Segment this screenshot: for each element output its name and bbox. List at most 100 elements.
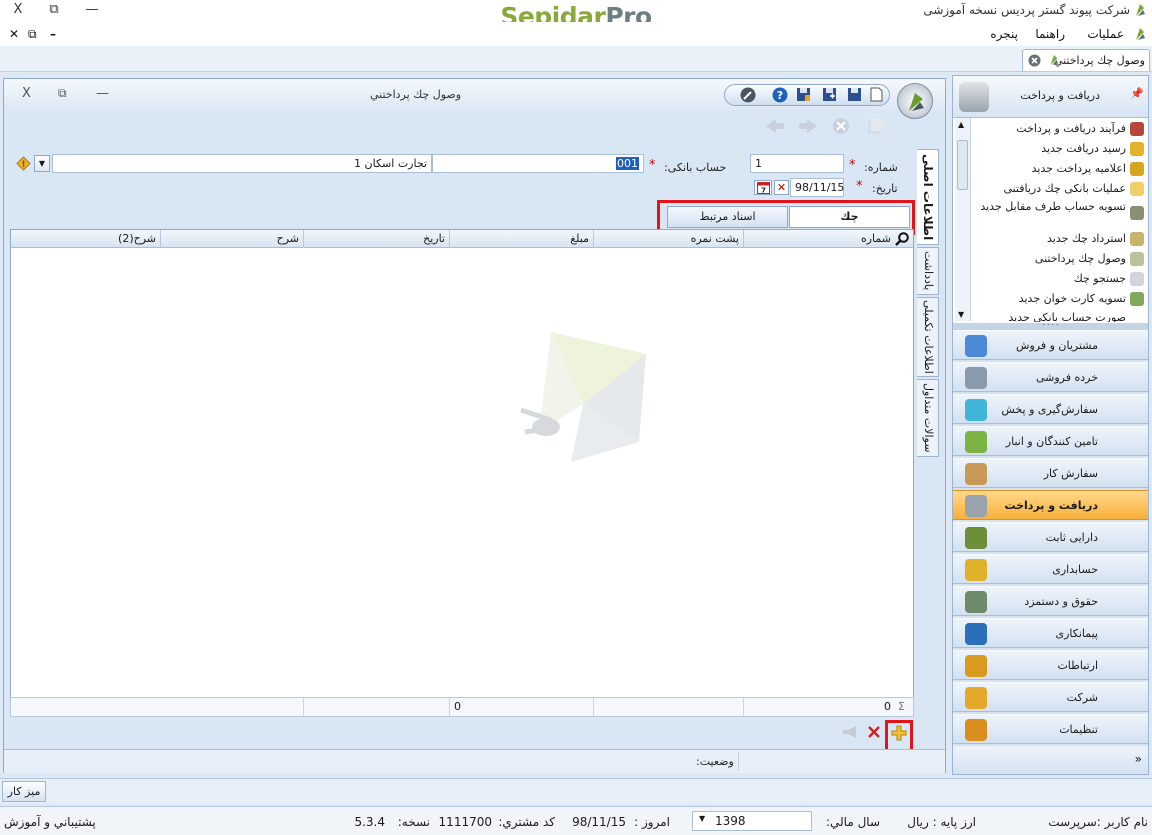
module-label: تنظیمات — [1059, 723, 1098, 736]
process-icon — [1130, 122, 1144, 136]
bank-name-field[interactable]: تجارت اسکان 1 — [52, 154, 432, 173]
desk-button[interactable]: میز کار — [2, 781, 46, 802]
new-document-icon[interactable] — [870, 87, 883, 102]
pin-icon[interactable]: 📌 — [1130, 87, 1144, 100]
fiscal-year-select[interactable]: ▼ 1398 — [692, 811, 812, 831]
nav-expand-button[interactable]: » — [1135, 752, 1142, 766]
module-work-order[interactable]: سفارش کار — [953, 458, 1148, 488]
nav-item-settlement[interactable]: تسویه حساب طرف مقابل جدید — [976, 200, 1126, 213]
side-tab-main-info[interactable]: اطلاعات اصلی — [917, 149, 939, 245]
column-back-number[interactable]: پشت نمره — [593, 230, 743, 248]
menu-operations[interactable]: عملیات — [1087, 27, 1124, 41]
module-label: شرکت — [1066, 691, 1098, 704]
grid-footer: 0 0 Σ — [10, 697, 914, 717]
nav-item-cheque-return[interactable]: استرداد چك جدید — [1047, 232, 1126, 245]
save-icon[interactable] — [847, 87, 862, 102]
column-number[interactable]: شماره — [743, 230, 913, 248]
column-amount[interactable]: مبلغ — [449, 230, 593, 248]
module-communications[interactable]: ارتباطات — [953, 650, 1148, 680]
return-icon — [1130, 232, 1144, 246]
column-date[interactable]: تاریخ — [303, 230, 449, 248]
company-icon — [965, 687, 987, 709]
clear-date-button[interactable]: ✕ — [774, 180, 789, 195]
nav-item-search-cheque[interactable]: جستجو چك — [1074, 272, 1126, 285]
module-suppliers-inventory[interactable]: تامین کنندگان و انبار — [953, 426, 1148, 456]
date-field[interactable]: 98/11/15 — [790, 178, 844, 197]
nav-item-process[interactable]: فرآیند دریافت و پرداخت — [1016, 122, 1126, 135]
nav-item-new-receipt[interactable]: رسید دریافت جدید — [1041, 142, 1126, 155]
watermark-logo-icon — [520, 332, 646, 462]
side-tab-strip: اطلاعات اصلی یادداشت اطلاعات تکمیلی سوال… — [917, 149, 943, 469]
send-icon[interactable] — [764, 117, 786, 135]
menu-window[interactable]: پنجره — [990, 27, 1018, 41]
nav-item-collect-payable-cheque[interactable]: وصول چك پرداختنی — [1035, 252, 1126, 265]
side-tab-notes[interactable]: یادداشت — [917, 247, 939, 295]
module-contracting[interactable]: پیمانکاری — [953, 618, 1148, 648]
navigation-pane: دریافت و پرداخت 📌 ▲ ▼ فرآیند دریافت و پر… — [952, 75, 1149, 775]
mdi-close-button[interactable]: ✕ — [9, 27, 19, 41]
announce-icon[interactable] — [842, 725, 860, 739]
module-label: ارتباطات — [1057, 659, 1098, 672]
mdi-minimize-button[interactable]: – — [50, 27, 56, 41]
number-field[interactable]: 1 — [750, 154, 844, 173]
add-row-icon[interactable] — [891, 725, 907, 741]
side-tab-faq[interactable]: سوالات متداول — [917, 379, 939, 457]
support-link[interactable]: پشتيباني و آموزش — [4, 815, 96, 829]
tools-icon[interactable] — [740, 87, 756, 103]
nav-item-bank-statement[interactable]: صورت حساب بانکی جدید — [1008, 311, 1126, 322]
accounting-icon — [965, 559, 987, 581]
grid-search-icon[interactable] — [895, 232, 910, 246]
module-customers-sales[interactable]: مشتریان و فروش — [953, 330, 1148, 360]
module-payroll[interactable]: حقوق و دستمزد — [953, 586, 1148, 616]
bank-code-field[interactable]: 001 — [432, 154, 644, 173]
nav-item-new-payment[interactable]: اعلامیه پرداخت جدید — [1032, 162, 1126, 175]
module-label: سفارش کار — [1043, 467, 1098, 480]
form-minimize-button[interactable]: — — [96, 86, 109, 101]
module-order-distribution[interactable]: سفارش‌گیری و پخش — [953, 394, 1148, 424]
calendar-icon: 7 — [757, 182, 770, 194]
lookup-icon[interactable]: ! — [16, 156, 31, 171]
tab-cheque[interactable]: چك — [789, 206, 910, 228]
status-customer: 1111700 — [438, 815, 492, 829]
save-close-icon[interactable] — [796, 87, 811, 102]
nav-item-cheque-operations[interactable]: عملیات بانكی چك دریافتنی — [1003, 182, 1126, 195]
module-receive-pay[interactable]: دریافت و پرداخت — [953, 490, 1148, 520]
form-restore-button[interactable]: ⧉ — [58, 86, 67, 101]
delete-row-icon[interactable] — [867, 725, 881, 739]
module-settings[interactable]: تنظیمات — [953, 714, 1148, 744]
column-description-2[interactable]: شرح(2) — [11, 230, 160, 248]
side-tab-extra-info[interactable]: اطلاعات تکمیلی — [917, 297, 939, 377]
help-icon[interactable]: ? — [772, 87, 788, 103]
module-retail[interactable]: خرده فروشی — [953, 362, 1148, 392]
nav-splitter[interactable]: · · · · — [953, 322, 1148, 330]
work-order-icon — [965, 463, 987, 485]
nav-list-scrollbar[interactable]: ▲ ▼ — [955, 118, 971, 321]
cheque-grid[interactable]: شماره پشت نمره مبلغ تاریخ شرح شرح(2) — [10, 229, 914, 717]
copy-icon[interactable] — [864, 117, 886, 135]
close-tab-icon[interactable] — [1028, 54, 1041, 67]
tab-related-documents[interactable]: اسناد مرتبط — [667, 206, 788, 228]
module-fixed-assets[interactable]: دارایی ثابت — [953, 522, 1148, 552]
bank-dropdown-button[interactable]: ▼ — [34, 155, 50, 172]
column-description[interactable]: شرح — [160, 230, 303, 248]
nav-item-card-reader[interactable]: تسویه کارت خوان جدید — [1019, 292, 1126, 305]
module-label: پیمانکاری — [1055, 627, 1098, 640]
calendar-button[interactable]: 7 — [754, 180, 772, 195]
save-new-icon[interactable] — [822, 87, 837, 102]
nav-footer: » — [953, 746, 1148, 774]
document-tab-label: وصول چك پرداختني — [1053, 54, 1145, 67]
svg-text:!: ! — [21, 160, 25, 170]
form-title-bar: X ⧉ — وصول چك پرداختني ? — [4, 79, 945, 119]
mdi-restore-button[interactable]: ⧉ — [28, 27, 37, 42]
cancel-icon[interactable] — [830, 117, 852, 135]
module-company[interactable]: شرکت — [953, 682, 1148, 712]
status-label: وضعیت: — [696, 755, 734, 768]
menu-help[interactable]: راهنما — [1035, 27, 1065, 41]
number-required-mark: * — [849, 158, 856, 173]
footer-count: 0 — [743, 698, 913, 716]
module-accounting[interactable]: حسابداری — [953, 554, 1148, 584]
document-tab[interactable]: وصول چك پرداختني — [1022, 49, 1150, 71]
receive-icon[interactable] — [797, 117, 819, 135]
status-today: 98/11/15 — [572, 815, 626, 829]
form-close-button[interactable]: X — [22, 86, 31, 101]
